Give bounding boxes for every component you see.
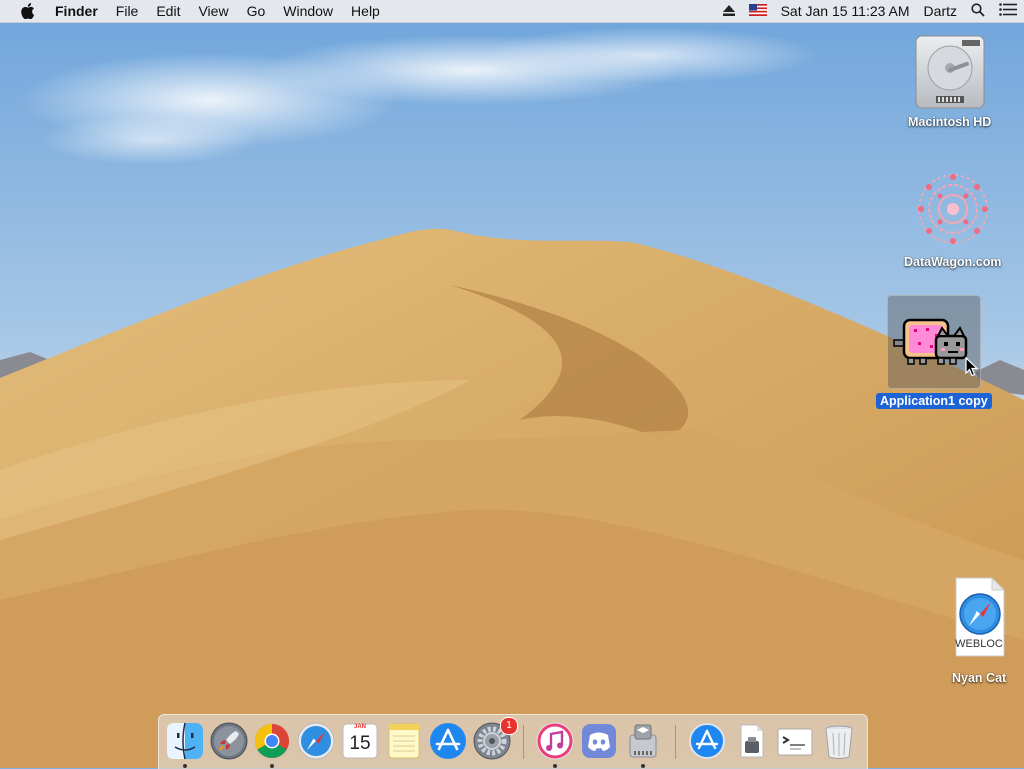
dock-item-finder[interactable] <box>165 721 205 768</box>
dock-item-document[interactable] <box>731 721 771 761</box>
datawagon-logo-icon <box>917 174 988 244</box>
running-indicator <box>270 764 274 768</box>
dock-item-trash[interactable] <box>819 721 859 761</box>
desktop-icon-application-copy[interactable]: Application1 copy <box>876 295 992 409</box>
dock-item-calendar[interactable]: JAN 15 <box>340 721 380 761</box>
menu-edit[interactable]: Edit <box>147 0 189 22</box>
dock-item-launchpad[interactable] <box>209 721 249 761</box>
webloc-type-badge: WEBLOC <box>955 638 1003 650</box>
trash-icon <box>825 725 853 759</box>
menu-app-finder[interactable]: Finder <box>46 0 107 22</box>
menu-bar: Finder File Edit View Go Window Help Sat… <box>0 0 1024 23</box>
desktop-icon-label: Macintosh HD <box>908 115 992 129</box>
launchpad-rocket-icon <box>210 722 248 760</box>
document-icon <box>740 724 764 758</box>
desktop-icon-label: Application1 copy <box>876 393 992 409</box>
dock-item-google-chrome[interactable] <box>252 721 292 768</box>
dock-item-safari[interactable] <box>296 721 336 761</box>
status-area: Sat Jan 15 11:23 AM Dartz <box>716 0 1024 22</box>
desktop-icon-label: DataWagon.com <box>904 255 1002 269</box>
notes-icon <box>388 723 420 759</box>
app-store-icon <box>430 723 466 759</box>
discord-icon <box>582 724 616 758</box>
dock-separator <box>675 725 676 759</box>
running-indicator <box>183 764 187 768</box>
us-flag-input-icon[interactable] <box>748 3 767 19</box>
finder-icon <box>167 722 203 760</box>
menu-help[interactable]: Help <box>342 0 389 22</box>
dock-item-itunes[interactable] <box>535 721 575 768</box>
running-indicator <box>641 764 645 768</box>
menu-file[interactable]: File <box>107 0 148 22</box>
apple-menu-icon[interactable] <box>18 0 38 22</box>
mouse-cursor-icon <box>965 357 979 377</box>
dock-item-notes[interactable] <box>384 721 424 761</box>
safari-compass-icon <box>297 722 335 760</box>
music-note-icon <box>536 722 574 760</box>
app-store-icon <box>689 723 725 759</box>
notification-center-icon[interactable] <box>999 3 1017 19</box>
desktop-icon-macintosh-hd[interactable]: Macintosh HD <box>904 30 995 130</box>
dock: JAN 15 1 <box>158 714 868 769</box>
desktop-icon-label: Nyan Cat <box>952 671 1007 685</box>
dock-item-discord[interactable] <box>579 721 619 761</box>
menu-go[interactable]: Go <box>238 0 275 22</box>
calendar-day: 15 <box>349 733 371 754</box>
dock-item-terminal-document[interactable] <box>775 721 815 761</box>
nyan-cat-icon <box>893 318 968 365</box>
user-name[interactable]: Dartz <box>924 0 957 22</box>
running-indicator <box>553 764 557 768</box>
terminal-document-icon <box>777 728 813 756</box>
hard-drive-icon <box>915 35 985 109</box>
menu-window[interactable]: Window <box>274 0 342 22</box>
boot-camp-drive-icon <box>629 724 657 758</box>
spotlight-search-icon[interactable] <box>971 2 985 20</box>
calendar-month: JAN <box>353 724 366 730</box>
eject-icon[interactable] <box>722 3 735 19</box>
chrome-icon <box>255 724 289 758</box>
notification-badge: 1 <box>500 717 518 735</box>
desktop-icon-datawagon[interactable]: DataWagon.com <box>900 168 1005 270</box>
dock-item-app-store-download[interactable] <box>687 721 727 761</box>
menu-view[interactable]: View <box>189 0 237 22</box>
dock-item-boot-camp-assistant[interactable] <box>623 721 663 768</box>
dock-item-system-preferences[interactable]: 1 <box>472 717 518 761</box>
dock-separator <box>523 725 524 759</box>
clock[interactable]: Sat Jan 15 11:23 AM <box>781 0 910 22</box>
dock-item-app-store[interactable] <box>428 721 468 761</box>
desktop-icon-nyan-cat-webloc[interactable]: WEBLOC Nyan Cat <box>948 576 1010 686</box>
desktop-wallpaper <box>0 0 1024 768</box>
